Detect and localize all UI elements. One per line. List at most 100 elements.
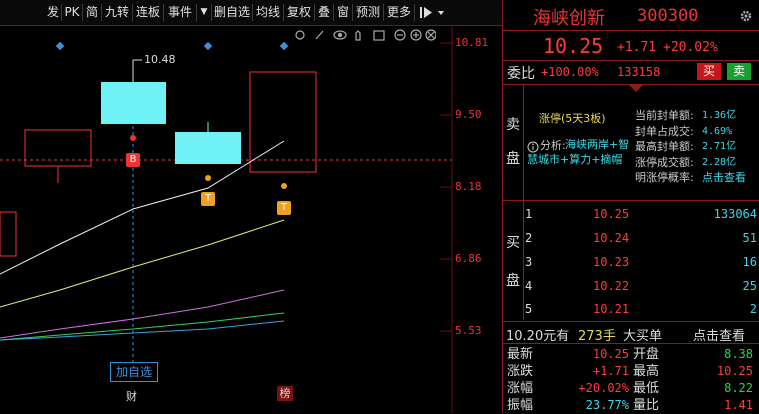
toolbar-item-overlay[interactable]: 叠 xyxy=(315,4,334,21)
order-level: 3 xyxy=(525,255,533,269)
order-book-row[interactable]: 3 10.23 16 xyxy=(525,252,757,272)
sell-label: 卖 xyxy=(506,117,520,133)
quote-value: 1.41 xyxy=(724,398,753,412)
quote-label: 最新 xyxy=(507,347,534,362)
gear-icon[interactable] xyxy=(739,8,753,22)
t-signal-badge[interactable]: T xyxy=(201,192,215,206)
price-change: +1.71 xyxy=(617,40,657,55)
stat-label: 最高封单额: xyxy=(635,140,694,153)
quote-value: +1.71 xyxy=(592,364,629,378)
price-change-pct: +20.02% xyxy=(663,40,718,55)
t-signal-badge[interactable]: T xyxy=(277,201,291,215)
toolbar-item-more[interactable]: 更多 xyxy=(384,4,415,21)
quote-panel: 海峡创新 300300 10.25 +1.71 +20.02% 委比 +100.… xyxy=(502,0,759,413)
quote-value: 10.25 xyxy=(592,347,629,361)
quote-row: 涨幅 +20.02% 最低 8.22 xyxy=(507,380,757,397)
toolbar-item-fa[interactable]: 发 xyxy=(45,4,62,21)
toolbar-item-events[interactable]: 事件 xyxy=(164,4,197,21)
order-book-row[interactable]: 1 10.25 133064 xyxy=(525,204,757,224)
sell-label: 盘 xyxy=(506,151,520,167)
toolbar-item-adjust[interactable]: 复权 xyxy=(284,4,315,21)
order-volume: 16 xyxy=(742,255,757,269)
quote-value: +20.02% xyxy=(578,381,629,395)
limit-probability-link[interactable]: 点击查看 xyxy=(702,170,746,186)
quote-label: 最高 xyxy=(633,364,660,379)
price-axis-label: 9.50 xyxy=(455,108,482,121)
buy-signal-badge[interactable]: B xyxy=(126,153,140,167)
weibi-label: 委比 xyxy=(507,66,535,82)
toolbar-item-pk[interactable]: PK xyxy=(62,4,83,21)
sell-button[interactable]: 卖 xyxy=(727,63,751,80)
limit-stats-labels: 当前封单额: 封单占成交: 最高封单额: 涨停成交额: 明涨停概率: xyxy=(635,108,694,186)
quote-label: 量比 xyxy=(633,398,660,413)
ranking-marker[interactable]: 榜 xyxy=(277,386,293,401)
quote-row: 最新 10.25 开盘 8.38 xyxy=(507,346,757,363)
order-volume: 2 xyxy=(749,302,757,316)
analysis-concepts-link[interactable]: 海峡两岸+智慧城市+算力+摘帽 xyxy=(527,137,633,167)
toolbar-item-lianban[interactable]: 连板 xyxy=(133,4,164,21)
order-price: 10.24 xyxy=(593,231,630,245)
add-watchlist-button[interactable]: 加自选 xyxy=(110,362,158,382)
high-price-marker: 10.48 xyxy=(144,53,176,66)
price-axis-label: 8.18 xyxy=(455,180,482,193)
stat-value: 4.69% xyxy=(702,125,733,137)
order-volume: 25 xyxy=(742,279,757,293)
big-order-hands: 273手 xyxy=(578,329,616,344)
order-book-row[interactable]: 5 10.21 2 xyxy=(525,299,757,319)
candle-3 xyxy=(101,82,166,124)
quote-label: 开盘 xyxy=(633,347,660,362)
stat-label: 涨停成交额: xyxy=(635,155,694,169)
limit-up-title: 涨停(5天3板) xyxy=(539,112,606,125)
quote-label: 涨跌 xyxy=(507,364,534,379)
quote-label: 最低 xyxy=(633,381,660,396)
order-level: 2 xyxy=(525,231,533,245)
dropdown-icon[interactable]: ▼ xyxy=(197,4,212,21)
quote-value: 8.38 xyxy=(724,347,753,361)
quote-value: 23.77% xyxy=(585,398,629,412)
order-level: 1 xyxy=(525,207,533,221)
quote-row: 振幅 23.77% 量比 1.41 xyxy=(507,397,757,414)
order-level: 4 xyxy=(525,279,533,293)
toolbar-item-ma[interactable]: 均线 xyxy=(253,4,284,21)
toolbar-item-window[interactable]: 窗 xyxy=(334,4,353,21)
candle-2 xyxy=(24,129,92,167)
toolbar-item-simple[interactable]: 简 xyxy=(83,4,102,21)
order-volume: 133064 xyxy=(713,207,757,221)
quote-value: 8.22 xyxy=(724,381,753,395)
big-order-view-link[interactable]: 点击查看 xyxy=(693,325,745,344)
order-book-row[interactable]: 4 10.22 25 xyxy=(525,276,757,296)
quote-label: 振幅 xyxy=(507,398,534,413)
big-order-label: 大买单 xyxy=(623,329,663,344)
buy-button[interactable]: 买 xyxy=(697,63,721,80)
price-axis-label: 10.81 xyxy=(455,36,489,49)
limit-stats-values: 1.36亿 4.69% 2.71亿 2.28亿 点击查看 xyxy=(702,108,746,186)
finance-marker[interactable]: 财 xyxy=(126,388,137,404)
buy-label: 盘 xyxy=(506,273,520,289)
toolbar-item-forecast[interactable]: 预测 xyxy=(353,4,384,21)
chart-toolbar: 发 PK 简 九转 连板 事件 ▼ 删自选 均线 复权 叠 窗 预测 更多 xyxy=(0,0,502,26)
collapse-arrow-icon[interactable] xyxy=(628,84,644,92)
order-price: 10.21 xyxy=(593,302,630,316)
candle-5 xyxy=(249,71,317,173)
order-price: 10.22 xyxy=(593,279,630,293)
top-markers xyxy=(55,41,289,51)
dropdown-icon[interactable] xyxy=(437,4,445,21)
order-price: 10.23 xyxy=(593,255,630,269)
quote-row: 涨跌 +1.71 最高 10.25 xyxy=(507,363,757,380)
stat-label: 当前封单额: xyxy=(635,109,694,122)
weibi-pct: +100.00% xyxy=(541,65,599,79)
stock-name: 海峡创新 xyxy=(533,8,605,29)
buy-label: 买 xyxy=(506,235,520,251)
order-level: 5 xyxy=(525,302,533,316)
sidebar-toggle-icon[interactable] xyxy=(419,4,433,21)
big-order-amount: 10.20元有 xyxy=(506,329,570,344)
order-book-row[interactable]: 2 10.24 51 xyxy=(525,228,757,248)
candlestick-chart[interactable]: 10.48 B T T 10.81 9.50 8.18 6.86 5.53 加自… xyxy=(0,26,502,413)
weibi-volume: 133158 xyxy=(617,65,661,79)
toolbar-item-remove-watchlist[interactable]: 删自选 xyxy=(212,4,253,21)
price-axis-label: 6.86 xyxy=(455,252,482,265)
stat-value: 2.71亿 xyxy=(702,141,737,152)
toolbar-item-jiuzhuan[interactable]: 九转 xyxy=(102,4,133,21)
candle-1 xyxy=(0,211,17,257)
stat-value: 2.28亿 xyxy=(702,156,737,168)
